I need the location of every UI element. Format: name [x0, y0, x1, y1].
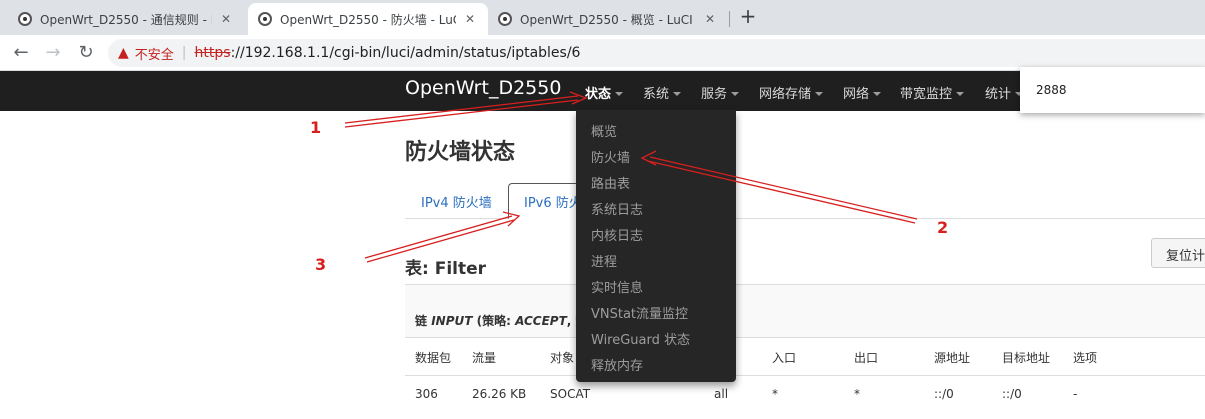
arrow-2-line [647, 160, 916, 224]
arrow-3-line [366, 219, 515, 263]
arrow-1-head [569, 91, 588, 105]
arrow-3-head [502, 211, 521, 227]
arrow-1-line [344, 99, 579, 128]
arrow-2-line [649, 156, 918, 220]
arrow-3-line [364, 215, 513, 259]
annotation-arrows [344, 91, 918, 263]
screen: OpenWrt_D2550 - 通信规则 - Lu ✕ OpenWrt_D255… [0, 0, 1205, 419]
annotation-number: 2 [937, 218, 949, 237]
annotation-number: 3 [315, 255, 327, 274]
annotation-number: 1 [310, 118, 322, 137]
arrow-1-line [344, 95, 579, 124]
